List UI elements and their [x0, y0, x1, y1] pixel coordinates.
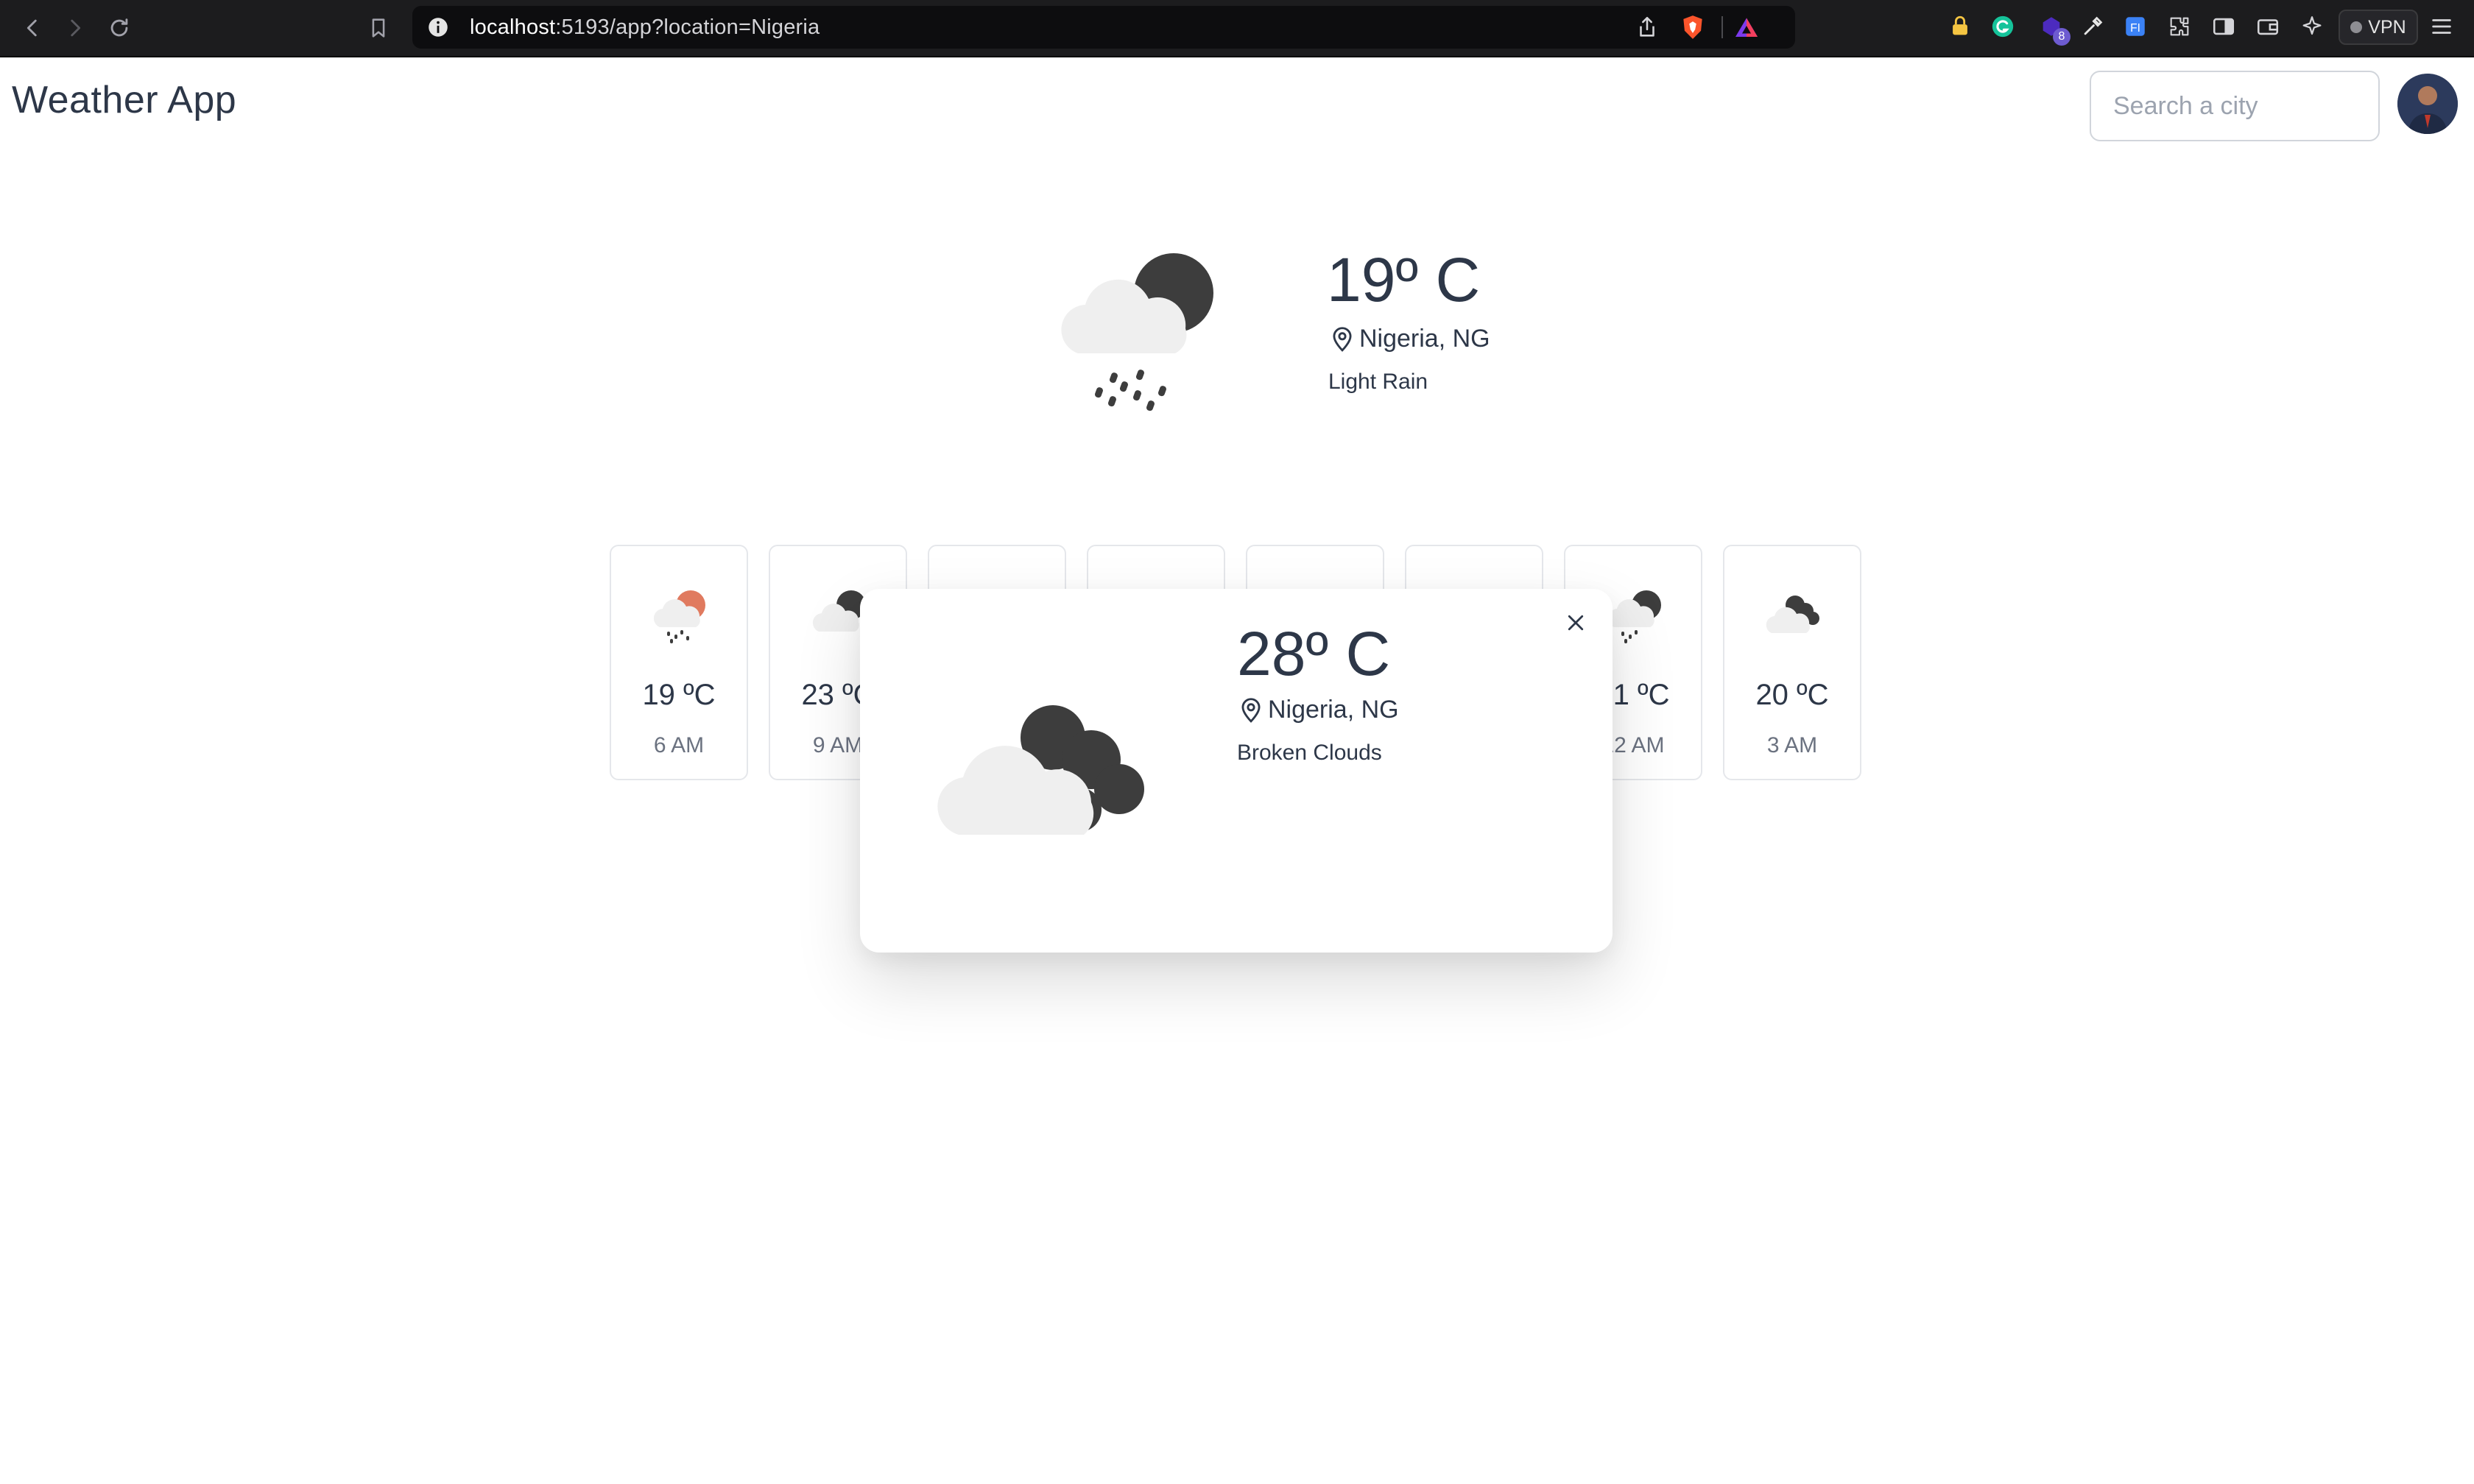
hourly-card[interactable]: 19 ºC 6 AM: [610, 545, 748, 780]
current-description: Light Rain: [1328, 370, 1428, 394]
close-button[interactable]: [1562, 610, 1589, 636]
grammarly-extension[interactable]: [1988, 12, 2017, 41]
extensions-button[interactable]: [2165, 12, 2194, 41]
url-path: :5193/app?location=Nigeria: [555, 15, 820, 39]
lock-icon: [1953, 15, 1967, 35]
avatar[interactable]: [2397, 74, 2458, 134]
hourly-temp: 19 ºC: [642, 679, 716, 711]
current-temperature: 19º C: [1327, 245, 1481, 314]
sparkle-icon: [2302, 16, 2322, 35]
modal-temperature: 28º C: [1237, 619, 1391, 688]
close-icon: [1568, 615, 1584, 631]
divider: [1721, 16, 1723, 38]
password-manager-extension[interactable]: [1945, 12, 1975, 41]
user-photo-icon: [2397, 74, 2458, 134]
day-rain-icon: [653, 590, 705, 643]
extension-badge: 8: [2053, 28, 2071, 46]
vpn-button[interactable]: VPN: [2339, 10, 2418, 45]
brave-rewards-icon[interactable]: [1733, 15, 1760, 41]
broken-clouds-icon: [1766, 596, 1819, 633]
modal-location-text: Nigeria, NG: [1268, 695, 1399, 724]
chevron-right-icon: [71, 19, 81, 37]
location-pin-icon: [1333, 327, 1352, 352]
hourly-time: 3 AM: [1766, 733, 1818, 757]
info-icon[interactable]: [426, 15, 451, 40]
bookmark-button[interactable]: [361, 10, 396, 46]
hamburger-icon: [2432, 19, 2451, 34]
broken-clouds-icon: [937, 705, 1144, 835]
leo-ai-button[interactable]: [2297, 12, 2327, 41]
current-location-text: Nigeria, NG: [1359, 324, 1490, 353]
wallet-button[interactable]: [2253, 12, 2283, 41]
chevron-left-icon: [27, 19, 37, 37]
puzzle-badge-extension[interactable]: 8: [2037, 12, 2071, 46]
hourly-temp: 20 ºC: [1755, 679, 1829, 711]
forward-button[interactable]: [57, 10, 93, 46]
search-input[interactable]: [2090, 71, 2380, 141]
menu-button[interactable]: [2427, 12, 2456, 41]
svg-text:FI: FI: [2130, 22, 2140, 35]
vpn-status-icon: [2350, 21, 2363, 33]
wallet-icon: [2257, 19, 2279, 35]
url-host: localhost: [470, 15, 556, 39]
hourly-time: 6 AM: [653, 733, 705, 757]
current-location: Nigeria, NG: [1328, 324, 1490, 353]
location-pin-icon: [1241, 698, 1261, 723]
puzzle-icon: [2170, 17, 2189, 36]
sidebar-icon: [2213, 18, 2235, 35]
vpn-label: VPN: [2368, 16, 2406, 38]
browser-toolbar: localhost:5193/app?location=Nigeria 8 FI…: [0, 0, 2474, 57]
eyedropper-icon: [2084, 16, 2103, 35]
app-title: Weather App: [12, 79, 237, 121]
modal-location: Nigeria, NG: [1237, 695, 1399, 724]
night-rain-icon: [1061, 253, 1213, 411]
modal-description: Broken Clouds: [1237, 741, 1382, 765]
address-bar[interactable]: localhost:5193/app?location=Nigeria: [412, 6, 1795, 49]
reload-button[interactable]: [102, 10, 137, 46]
fi-extension[interactable]: FI: [2121, 12, 2150, 41]
hourly-card[interactable]: 20 ºC 3 AM: [1723, 545, 1861, 780]
share-icon[interactable]: [1635, 15, 1660, 40]
back-button[interactable]: [15, 10, 50, 46]
sidebar-button[interactable]: [2209, 12, 2238, 41]
fi-icon: FI: [2126, 17, 2145, 36]
eyedropper-extension[interactable]: [2078, 12, 2107, 41]
grammarly-icon: [1992, 15, 2014, 38]
bookmark-icon: [372, 18, 385, 38]
reload-icon: [110, 18, 128, 37]
brave-shield-icon[interactable]: [1679, 13, 1707, 41]
url-text[interactable]: localhost:5193/app?location=Nigeria: [470, 6, 820, 49]
forecast-detail-modal: 28º C Nigeria, NG Broken Clouds: [860, 589, 1613, 953]
